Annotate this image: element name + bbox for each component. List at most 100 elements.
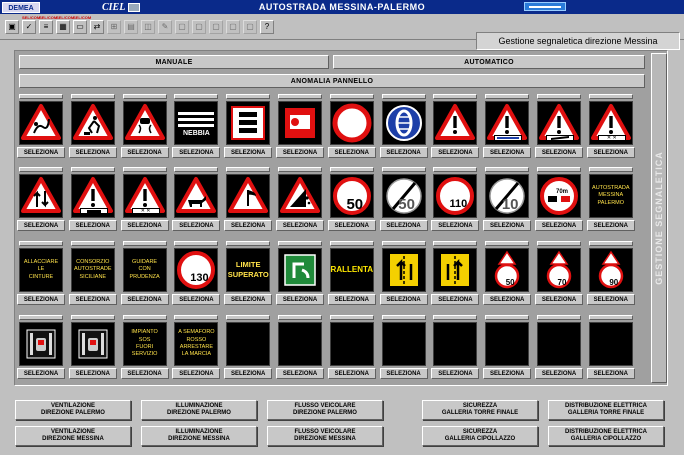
tool-box2-icon[interactable]: ▢ bbox=[209, 20, 223, 34]
sign-display[interactable]: GUIDARE CON PRUDENZA bbox=[122, 248, 167, 292]
select-button[interactable]: SELEZIONA bbox=[327, 294, 376, 305]
nav-button[interactable]: FLUSSO VEICOLARE DIREZIONE MESSINA bbox=[267, 426, 383, 446]
select-button[interactable]: SELEZIONA bbox=[17, 368, 65, 379]
select-button[interactable]: SELEZIONA bbox=[327, 368, 376, 379]
tool-list-icon[interactable]: ≡ SEL/COM bbox=[39, 16, 57, 34]
sign-display[interactable] bbox=[19, 322, 63, 366]
select-button[interactable]: SELEZIONA bbox=[483, 220, 532, 231]
select-button[interactable]: SELEZIONA bbox=[224, 147, 273, 158]
tool-box-icon[interactable]: ▢ bbox=[192, 20, 206, 34]
select-button[interactable]: SELEZIONA bbox=[172, 294, 221, 305]
nav-button[interactable]: FLUSSO VEICOLARE DIREZIONE PALERMO bbox=[267, 400, 383, 420]
sign-display[interactable] bbox=[485, 322, 530, 366]
select-button[interactable]: SELEZIONA bbox=[120, 147, 169, 158]
nav-button[interactable]: DISTRIBUZIONE ELETTRICA GALLERIA TORRE FI… bbox=[548, 400, 664, 420]
tool-monitor-icon[interactable]: ▣ bbox=[5, 20, 19, 34]
nav-button[interactable]: VENTILAZIONE DIREZIONE PALERMO bbox=[15, 400, 131, 420]
select-button[interactable]: SELEZIONA bbox=[586, 147, 635, 158]
sign-display[interactable] bbox=[537, 101, 581, 145]
sign-display[interactable] bbox=[70, 101, 115, 145]
tool-calendar-icon[interactable]: ▦ SEL/COM bbox=[56, 16, 74, 34]
tool-chart-icon[interactable]: ◫ bbox=[141, 20, 155, 34]
automatic-mode-button[interactable]: AUTOMATICO bbox=[333, 55, 645, 69]
select-button[interactable]: SELEZIONA bbox=[276, 294, 324, 305]
sign-display[interactable]: CONSORZIO AUTOSTRADE SICILIANE bbox=[70, 248, 115, 292]
sign-display[interactable]: IMPIANTO SOS FUORI SERVIZIO bbox=[122, 322, 167, 366]
select-button[interactable]: SELEZIONA bbox=[379, 220, 428, 231]
select-button[interactable]: SELEZIONA bbox=[120, 220, 169, 231]
sign-display[interactable] bbox=[381, 248, 426, 292]
select-button[interactable]: SELEZIONA bbox=[276, 147, 324, 158]
select-button[interactable]: SELEZIONA bbox=[224, 220, 273, 231]
select-button[interactable]: SELEZIONA bbox=[431, 368, 480, 379]
sign-display[interactable]: ✕ ✕ bbox=[588, 101, 633, 145]
tool-check-icon[interactable]: ✓ SEL/COM bbox=[22, 16, 40, 34]
sign-display[interactable]: NEBBIA bbox=[174, 101, 219, 145]
sign-display[interactable] bbox=[70, 174, 115, 218]
select-button[interactable]: SELEZIONA bbox=[535, 147, 583, 158]
nav-button[interactable]: DISTRIBUZIONE ELETTRICA GALLERIA CIPOLLAZ… bbox=[548, 426, 664, 446]
sign-display[interactable] bbox=[70, 322, 115, 366]
select-button[interactable]: SELEZIONA bbox=[535, 368, 583, 379]
tool-exchange-icon[interactable]: ⇄ bbox=[90, 20, 104, 34]
sign-display[interactable] bbox=[433, 248, 478, 292]
tool-box3-icon[interactable]: ▢ bbox=[226, 20, 240, 34]
nav-button[interactable]: SICUREZZA GALLERIA CIPOLLAZZO bbox=[422, 426, 538, 446]
sign-display[interactable] bbox=[278, 322, 322, 366]
select-button[interactable]: SELEZIONA bbox=[224, 368, 273, 379]
select-button[interactable]: SELEZIONA bbox=[17, 294, 65, 305]
sign-display[interactable] bbox=[122, 101, 167, 145]
tool-display-icon[interactable]: ▢ bbox=[175, 20, 189, 34]
tool-box4-icon[interactable]: ▢ bbox=[243, 20, 257, 34]
select-button[interactable]: SELEZIONA bbox=[483, 294, 532, 305]
select-button[interactable]: SELEZIONA bbox=[483, 147, 532, 158]
nav-button[interactable]: ILLUMINAZIONE DIREZIONE MESSINA bbox=[141, 426, 257, 446]
select-button[interactable]: SELEZIONA bbox=[327, 220, 376, 231]
sign-display[interactable]: A SEMAFORO ROSSO ARRESTARE LA MARCIA bbox=[174, 322, 219, 366]
nav-button[interactable]: SICUREZZA GALLERIA TORRE FINALE bbox=[422, 400, 538, 420]
sign-display[interactable]: 70m bbox=[537, 174, 581, 218]
sign-display[interactable]: ✕ ✕ bbox=[122, 174, 167, 218]
select-button[interactable]: SELEZIONA bbox=[379, 294, 428, 305]
select-button[interactable]: SELEZIONA bbox=[276, 220, 324, 231]
sign-display[interactable] bbox=[329, 101, 374, 145]
select-button[interactable]: SELEZIONA bbox=[327, 147, 376, 158]
select-button[interactable]: SELEZIONA bbox=[68, 368, 117, 379]
select-button[interactable]: SELEZIONA bbox=[120, 368, 169, 379]
select-button[interactable]: SELEZIONA bbox=[483, 368, 532, 379]
select-button[interactable]: SELEZIONA bbox=[17, 220, 65, 231]
sign-display[interactable] bbox=[329, 322, 374, 366]
tool-help-icon[interactable]: ? bbox=[260, 20, 274, 34]
sign-display[interactable] bbox=[174, 174, 219, 218]
sign-display[interactable] bbox=[19, 101, 63, 145]
select-button[interactable]: SELEZIONA bbox=[172, 147, 221, 158]
sign-display[interactable]: RALLENTA bbox=[329, 248, 374, 292]
sign-display[interactable]: 50 bbox=[329, 174, 374, 218]
tool-network-icon[interactable]: ⊞ bbox=[107, 20, 121, 34]
sign-display[interactable] bbox=[278, 248, 322, 292]
sign-display[interactable]: LIMITE SUPERATO bbox=[226, 248, 271, 292]
select-button[interactable]: SELEZIONA bbox=[224, 294, 273, 305]
select-button[interactable]: SELEZIONA bbox=[68, 147, 117, 158]
sign-display[interactable] bbox=[381, 101, 426, 145]
select-button[interactable]: SELEZIONA bbox=[172, 220, 221, 231]
sign-display[interactable] bbox=[485, 101, 530, 145]
tool-folder-icon[interactable]: ▭ SEL/COM bbox=[73, 16, 91, 34]
tool-grid-icon[interactable]: ▤ bbox=[124, 20, 138, 34]
select-button[interactable]: SELEZIONA bbox=[379, 147, 428, 158]
sign-display[interactable] bbox=[278, 174, 322, 218]
select-button[interactable]: SELEZIONA bbox=[379, 368, 428, 379]
sign-display[interactable]: 50 bbox=[485, 248, 530, 292]
panel-anomaly-button[interactable]: ANOMALIA PANNELLO bbox=[19, 74, 645, 88]
select-button[interactable]: SELEZIONA bbox=[68, 294, 117, 305]
manual-mode-button[interactable]: MANUALE bbox=[19, 55, 329, 69]
sign-display[interactable]: 10 bbox=[485, 174, 530, 218]
select-button[interactable]: SELEZIONA bbox=[431, 294, 480, 305]
select-button[interactable]: SELEZIONA bbox=[586, 220, 635, 231]
sign-display[interactable] bbox=[19, 174, 63, 218]
nav-button[interactable]: ILLUMINAZIONE DIREZIONE PALERMO bbox=[141, 400, 257, 420]
select-button[interactable]: SELEZIONA bbox=[68, 220, 117, 231]
select-button[interactable]: SELEZIONA bbox=[535, 294, 583, 305]
sign-display[interactable] bbox=[226, 101, 271, 145]
sign-display[interactable]: AUTOSTRADA MESSINA PALERMO bbox=[588, 174, 633, 218]
